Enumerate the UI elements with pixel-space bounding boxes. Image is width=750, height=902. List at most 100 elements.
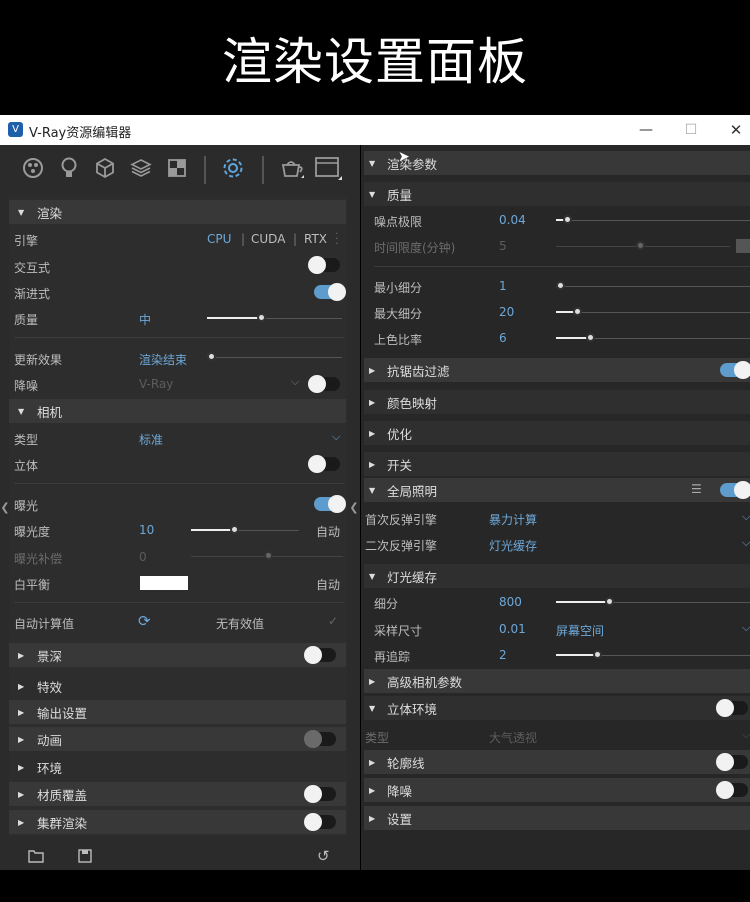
antialias-toggle[interactable] (720, 361, 750, 379)
section-dof-header[interactable]: ▶ 景深 (9, 643, 346, 667)
lc-retrace-slider-handle[interactable] (593, 650, 602, 659)
animation-toggle[interactable] (304, 730, 336, 748)
engine-rtx-option[interactable]: RTX (304, 232, 327, 246)
interactive-toggle[interactable] (308, 256, 340, 274)
reset-icon[interactable]: ↺ (317, 847, 330, 865)
time-limit-value[interactable]: 5 (499, 239, 507, 253)
chevron-down-icon[interactable]: ⌵ (742, 621, 750, 635)
chevron-down-icon[interactable]: ⌵ (291, 375, 299, 389)
time-limit-checkbox[interactable] (736, 239, 750, 253)
max-subdiv-value[interactable]: 20 (499, 305, 514, 319)
materials-icon[interactable] (20, 155, 46, 181)
section-distributed-header[interactable]: ▶ 集群渲染 (9, 810, 346, 834)
section-quality-header[interactable]: ▼ 质量 (364, 182, 750, 206)
primary-engine-value[interactable]: 暴力计算 (489, 511, 537, 528)
lights-icon[interactable] (56, 155, 82, 181)
lc-subdivs-value[interactable]: 800 (499, 595, 522, 609)
lc-retrace-value[interactable]: 2 (499, 648, 507, 662)
gi-toggle[interactable] (720, 481, 750, 499)
exposure-comp-slider-handle[interactable] (264, 551, 273, 560)
section-camera-header[interactable]: ▼ 相机 (9, 399, 346, 423)
time-limit-slider-handle[interactable] (636, 241, 645, 250)
refresh-icon[interactable]: ⟳ (138, 612, 151, 630)
section-adv-camera-header[interactable]: ▶ 高级相机参数 (364, 669, 750, 693)
close-button[interactable]: ✕ (724, 119, 748, 141)
section-optimize-header[interactable]: ▶ 优化 (364, 421, 750, 445)
denoise-toggle[interactable] (308, 375, 340, 393)
render-icon[interactable] (276, 155, 306, 181)
quality-slider-handle[interactable] (257, 313, 266, 322)
lc-sample-mode-value[interactable]: 屏幕空间 (556, 622, 604, 639)
sliders-icon[interactable]: ☰ (691, 482, 702, 496)
collapse-left-arrow-icon[interactable]: ❮ (0, 497, 9, 517)
min-subdiv-slider-handle[interactable] (556, 281, 565, 290)
shading-rate-slider-handle[interactable] (586, 333, 595, 342)
quality-value[interactable]: 中 (139, 311, 151, 328)
exposure-toggle[interactable] (314, 495, 346, 513)
chevron-down-icon[interactable]: ⌵ (742, 728, 750, 742)
layers-icon[interactable] (128, 155, 154, 181)
engine-cuda-option[interactable]: CUDA (251, 232, 285, 246)
lc-sample-size-value[interactable]: 0.01 (499, 622, 526, 636)
engine-cpu-option[interactable]: CPU (207, 232, 231, 246)
maximize-button[interactable]: ☐ (679, 119, 703, 141)
min-subdiv-value[interactable]: 1 (499, 279, 507, 293)
chevron-down-icon[interactable]: ⌵ (332, 430, 340, 444)
min-subdiv-slider-track[interactable] (556, 286, 750, 287)
white-balance-auto-label[interactable]: 自动 (316, 576, 340, 593)
exposure-value[interactable]: 10 (139, 523, 154, 537)
collapse-right-arrow-icon[interactable]: ❮ (349, 497, 358, 517)
volumetric-type-value[interactable]: 大气透视 (489, 729, 537, 746)
denoise-value[interactable]: V-Ray (139, 377, 173, 391)
chevron-down-icon[interactable]: ⌵ (742, 536, 750, 550)
exposure-auto-label[interactable]: 自动 (316, 523, 340, 540)
update-slider-track[interactable] (207, 357, 342, 358)
section-switches-header[interactable]: ▶ 开关 (364, 452, 750, 476)
chevron-down-icon[interactable]: ⌵ (742, 510, 750, 524)
minimize-button[interactable]: — (634, 119, 658, 141)
shading-rate-value[interactable]: 6 (499, 331, 507, 345)
stereo-toggle[interactable] (308, 455, 340, 473)
textures-icon[interactable] (164, 155, 190, 181)
update-value[interactable]: 渲染结束 (139, 351, 187, 368)
update-slider-handle[interactable] (207, 352, 216, 361)
exposure-comp-value[interactable]: 0 (139, 550, 147, 564)
max-subdiv-slider-handle[interactable] (573, 307, 582, 316)
progressive-toggle[interactable] (314, 283, 346, 301)
save-icon[interactable] (78, 849, 92, 866)
denoiser-toggle[interactable] (716, 781, 748, 799)
section-settings-header[interactable]: ▶ 设置 (364, 806, 750, 830)
section-denoiser-header[interactable]: ▶ 降噪 (364, 778, 750, 802)
camera-type-value[interactable]: 标准 (139, 431, 163, 448)
geometry-icon[interactable] (92, 155, 118, 181)
section-render-params-header[interactable]: ▼ 渲染参数 (364, 151, 750, 175)
section-render-header[interactable]: ▼ 渲染 (9, 200, 346, 224)
dof-toggle[interactable] (304, 646, 336, 664)
max-subdiv-slider-track[interactable] (556, 312, 750, 313)
open-folder-icon[interactable] (28, 849, 44, 866)
white-balance-swatch[interactable] (140, 576, 188, 590)
more-options-icon[interactable]: · · · (335, 228, 339, 249)
contours-toggle[interactable] (716, 753, 748, 771)
noise-limit-slider-track[interactable] (556, 220, 750, 221)
section-volumetric-header[interactable]: ▼ 立体环境 (364, 696, 750, 720)
exposure-slider-handle[interactable] (230, 525, 239, 534)
noise-limit-value[interactable]: 0.04 (499, 213, 526, 227)
settings-icon[interactable] (220, 155, 246, 181)
frame-buffer-icon[interactable] (313, 155, 343, 181)
section-animation-header[interactable]: ▶ 动画 (9, 727, 346, 751)
section-contours-header[interactable]: ▶ 轮廓线 (364, 750, 750, 774)
section-effects-header[interactable]: ▶ 特效 (9, 674, 346, 698)
section-antialias-header[interactable]: ▶ 抗锯齿过滤 (364, 358, 750, 382)
secondary-engine-value[interactable]: 灯光缓存 (489, 537, 537, 554)
lc-subdivs-slider-handle[interactable] (605, 597, 614, 606)
section-environment-header[interactable]: ▶ 环境 (9, 755, 346, 779)
check-icon[interactable]: ✓ (328, 614, 338, 628)
section-material-override-header[interactable]: ▶ 材质覆盖 (9, 782, 346, 806)
distributed-toggle[interactable] (304, 813, 336, 831)
volumetric-toggle[interactable] (716, 699, 748, 717)
noise-limit-slider-handle[interactable] (563, 215, 572, 224)
section-output-header[interactable]: ▶ 输出设置 (9, 700, 346, 724)
material-override-toggle[interactable] (304, 785, 336, 803)
section-light-cache-header[interactable]: ▼ 灯光缓存 (364, 564, 750, 588)
